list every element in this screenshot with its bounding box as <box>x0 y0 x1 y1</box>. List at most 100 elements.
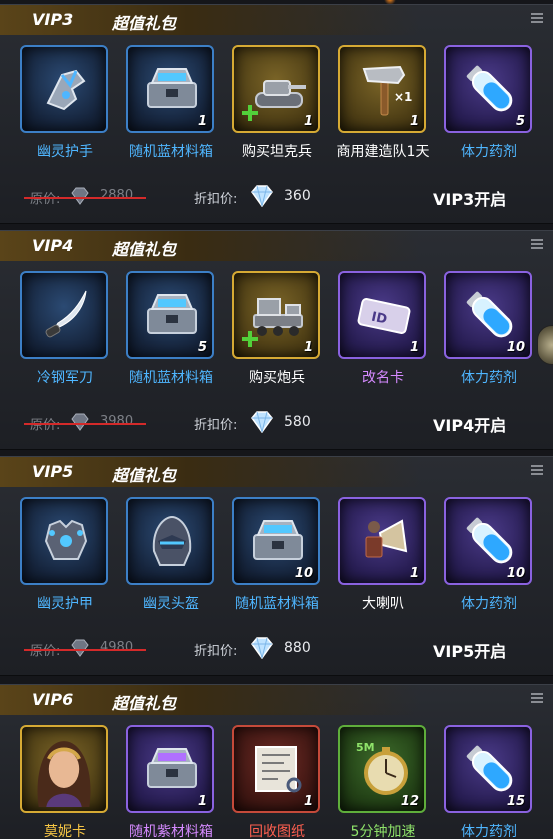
pack-item[interactable]: 1 购买坦克兵 <box>232 45 322 161</box>
item-name: 改名卡 <box>362 370 404 386</box>
item-slot[interactable] <box>126 497 214 585</box>
pack-item[interactable]: 1 大喇叭 <box>338 497 428 613</box>
menu-icon[interactable] <box>531 13 543 23</box>
item-slot[interactable]: 10 <box>444 271 532 359</box>
unlock-requirement: VIP4开启 <box>433 416 507 435</box>
potion-icon <box>466 291 513 338</box>
item-count: 5 <box>197 340 207 355</box>
item-slot[interactable] <box>20 271 108 359</box>
pack-item[interactable]: 幽灵头盔 <box>126 497 216 613</box>
item-slot[interactable]: 1 <box>232 271 320 359</box>
item-count: 1 <box>197 114 207 129</box>
item-slot[interactable]: 1 <box>126 725 214 813</box>
pack-title: 超值礼包 <box>112 694 177 713</box>
menu-icon[interactable] <box>531 465 543 475</box>
item-slot[interactable] <box>20 497 108 585</box>
original-price: 2880 <box>100 188 134 203</box>
stopwatch-icon: 5M <box>356 741 408 795</box>
hammer-icon: ×1 <box>362 65 412 116</box>
pack-item[interactable]: 10 随机蓝材料箱 <box>232 497 322 613</box>
item-slot[interactable]: ×1 1 <box>338 45 426 133</box>
pack-item[interactable]: 莫妮卡 <box>20 725 110 839</box>
pack-item[interactable]: 幽灵护甲 <box>20 497 110 613</box>
vip-level-label: VIP3 <box>32 10 74 29</box>
plus-icon <box>242 105 258 121</box>
pack-items: 幽灵护甲 幽灵头盔 10 随机蓝材料箱 1 大喇叭 10 体力药剂 <box>20 497 540 621</box>
pack-header: VIP5 超值礼包 <box>0 457 420 487</box>
discount-price-label: 折扣价: <box>194 644 238 659</box>
vip-pack-panel-vip3: VIP3 超值礼包 幽灵护手 1 随机蓝材料箱 1 购买坦克兵 ×1 1 商用建… <box>0 4 553 224</box>
item-slot[interactable]: 1 <box>232 725 320 813</box>
item-slot[interactable]: 5M 12 <box>338 725 426 813</box>
pack-item[interactable]: 5 随机蓝材料箱 <box>126 271 216 387</box>
pack-item[interactable]: 10 体力药剂 <box>444 271 534 387</box>
item-name: 5分钟加速 <box>350 824 416 839</box>
unlock-requirement: VIP3开启 <box>433 190 507 209</box>
pack-item[interactable]: 5 体力药剂 <box>444 45 534 161</box>
item-slot[interactable]: 5 <box>126 271 214 359</box>
item-slot[interactable]: 10 <box>444 497 532 585</box>
potion-icon <box>466 517 513 564</box>
pack-item[interactable]: 10 体力药剂 <box>444 497 534 613</box>
item-name: 莫妮卡 <box>44 824 86 839</box>
pack-header: VIP4 超值礼包 <box>0 231 420 261</box>
item-slot[interactable]: ID 1 <box>338 271 426 359</box>
strikethrough-line <box>24 649 146 651</box>
item-count: 15 <box>506 794 525 809</box>
item-slot[interactable]: 5 <box>444 45 532 133</box>
item-slot[interactable]: 1 <box>232 45 320 133</box>
menu-icon[interactable] <box>531 693 543 703</box>
item-count: 10 <box>506 340 525 355</box>
pack-item[interactable]: 1 随机蓝材料箱 <box>126 45 216 161</box>
diamond-icon <box>71 187 89 205</box>
pack-items: 莫妮卡 1 随机紫材料箱 1 回收图纸 5M 12 5分钟加速 15 体力药剂 <box>20 725 540 839</box>
discount-price: 580 <box>284 414 311 430</box>
item-name: 冷钢军刀 <box>37 370 93 386</box>
menu-icon[interactable] <box>531 239 543 249</box>
item-count: 1 <box>303 114 313 129</box>
pack-item[interactable]: 5M 12 5分钟加速 <box>338 725 428 839</box>
item-slot[interactable] <box>20 725 108 813</box>
discount-price: 360 <box>284 188 311 204</box>
item-name: 随机蓝材料箱 <box>129 370 213 386</box>
vip-level-label: VIP6 <box>32 690 74 709</box>
pack-item[interactable]: 冷钢军刀 <box>20 271 110 387</box>
pack-items: 幽灵护手 1 随机蓝材料箱 1 购买坦克兵 ×1 1 商用建造队1天 5 体力药… <box>20 45 540 169</box>
item-name: 商用建造队1天 <box>336 144 430 160</box>
item-slot[interactable]: 15 <box>444 725 532 813</box>
item-name: 回收图纸 <box>249 824 305 839</box>
item-count: 1 <box>197 794 207 809</box>
gauntlet-icon <box>46 69 86 111</box>
strikethrough-line <box>24 197 146 199</box>
vip-pack-panel-vip4: VIP4 超值礼包 冷钢军刀 5 随机蓝材料箱 1 购买炮兵 ID 1 改名卡 … <box>0 230 553 450</box>
pack-item[interactable]: 1 回收图纸 <box>232 725 322 839</box>
price-row: 原价: 2880 折扣价: 360 VIP3开启 <box>0 185 553 209</box>
pack-item[interactable]: ×1 1 商用建造队1天 <box>337 45 429 161</box>
pack-item[interactable]: 1 购买炮兵 <box>232 271 322 387</box>
item-name: 随机紫材料箱 <box>129 824 213 839</box>
svg-text:×1: ×1 <box>394 90 412 104</box>
item-count: 1 <box>303 794 313 809</box>
speedup-badge: 5M <box>356 741 375 754</box>
diamond-icon <box>71 639 89 657</box>
item-count: 5 <box>515 114 525 129</box>
item-slot[interactable] <box>20 45 108 133</box>
original-price: 3980 <box>100 414 134 429</box>
original-price: 4980 <box>100 640 134 655</box>
side-scroll-handle[interactable] <box>537 325 553 365</box>
pack-item[interactable]: 15 体力药剂 <box>444 725 534 839</box>
megaphone-icon <box>365 519 408 558</box>
pack-item[interactable]: 1 随机紫材料箱 <box>126 725 216 839</box>
id-card-icon: ID <box>357 298 411 334</box>
item-count: 1 <box>409 340 419 355</box>
item-slot[interactable]: 1 <box>126 45 214 133</box>
blue-material-box-icon <box>147 68 197 108</box>
item-slot[interactable]: 1 <box>338 497 426 585</box>
blue-material-box-icon <box>147 294 197 334</box>
item-name: 体力药剂 <box>461 824 517 839</box>
pack-item[interactable]: 幽灵护手 <box>20 45 110 161</box>
pack-item[interactable]: ID 1 改名卡 <box>338 271 428 387</box>
price-row: 原价: 3980 折扣价: 580 VIP4开启 <box>0 411 553 435</box>
item-name: 随机蓝材料箱 <box>235 596 319 612</box>
item-slot[interactable]: 10 <box>232 497 320 585</box>
